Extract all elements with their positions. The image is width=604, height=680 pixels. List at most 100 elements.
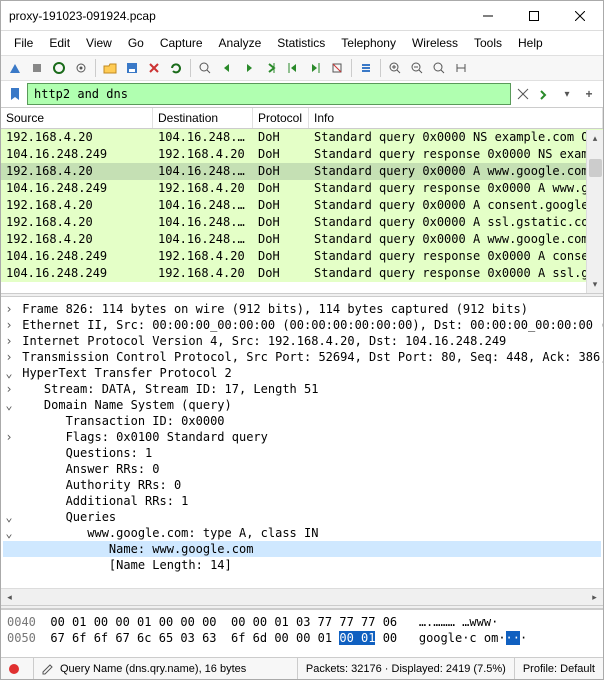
add-filter-button[interactable]: + — [579, 84, 599, 104]
bookmark-filter-icon[interactable] — [5, 84, 25, 104]
tree-toggle-icon[interactable]: › — [3, 317, 15, 333]
tree-toggle-icon[interactable]: › — [3, 333, 15, 349]
tree-toggle-icon[interactable]: › — [3, 301, 15, 317]
details-line[interactable]: Authority RRs: 0 — [3, 477, 601, 493]
resize-columns-icon[interactable] — [451, 58, 471, 78]
open-file-icon[interactable] — [100, 58, 120, 78]
scroll-right-icon[interactable]: ▸ — [586, 592, 603, 603]
tree-toggle-icon[interactable]: ⌄ — [3, 525, 15, 541]
packet-row[interactable]: 192.168.4.20104.16.248.…DoHStandard quer… — [1, 197, 603, 214]
details-line[interactable]: [Name Length: 14] — [3, 557, 601, 573]
details-line[interactable]: › Frame 826: 114 bytes on wire (912 bits… — [3, 301, 601, 317]
menu-go[interactable]: Go — [121, 33, 151, 53]
tree-toggle-icon[interactable]: › — [3, 381, 15, 397]
menu-statistics[interactable]: Statistics — [270, 33, 332, 53]
details-line[interactable]: Additional RRs: 1 — [3, 493, 601, 509]
tree-toggle-icon[interactable] — [3, 477, 15, 493]
restart-capture-icon[interactable] — [49, 58, 69, 78]
go-back-icon[interactable] — [217, 58, 237, 78]
tree-toggle-icon[interactable] — [3, 557, 15, 573]
col-header-protocol[interactable]: Protocol — [253, 108, 309, 128]
hex-pane[interactable]: 0040 00 01 00 00 01 00 00 00 00 00 01 03… — [1, 609, 603, 657]
packet-details-pane[interactable]: › Frame 826: 114 bytes on wire (912 bits… — [1, 297, 603, 588]
menu-analyze[interactable]: Analyze — [212, 33, 269, 53]
go-first-icon[interactable] — [283, 58, 303, 78]
maximize-button[interactable] — [511, 1, 557, 30]
menu-help[interactable]: Help — [511, 33, 550, 53]
details-line[interactable]: Questions: 1 — [3, 445, 601, 461]
tree-toggle-icon[interactable] — [3, 461, 15, 477]
details-line[interactable]: ⌄ HyperText Transfer Protocol 2 — [3, 365, 601, 381]
apply-filter-icon[interactable] — [535, 84, 555, 104]
details-line[interactable]: Name: www.google.com — [3, 541, 601, 557]
zoom-reset-icon[interactable] — [429, 58, 449, 78]
cell-source: 192.168.4.20 — [1, 231, 153, 248]
tree-toggle-icon[interactable] — [3, 493, 15, 509]
col-header-source[interactable]: Source — [1, 108, 153, 128]
scroll-thumb[interactable] — [589, 159, 602, 177]
packet-row[interactable]: 104.16.248.249192.168.4.20DoHStandard qu… — [1, 265, 603, 282]
find-icon[interactable] — [195, 58, 215, 78]
packet-row[interactable]: 104.16.248.249192.168.4.20DoHStandard qu… — [1, 180, 603, 197]
packet-row[interactable]: 104.16.248.249192.168.4.20DoHStandard qu… — [1, 146, 603, 163]
colorize-icon[interactable] — [356, 58, 376, 78]
packet-row[interactable]: 192.168.4.20104.16.248.…DoHStandard quer… — [1, 129, 603, 146]
details-h-scrollbar[interactable]: ◂ ▸ — [1, 588, 603, 605]
stop-capture-icon[interactable] — [27, 58, 47, 78]
details-line[interactable]: › Flags: 0x0100 Standard query — [3, 429, 601, 445]
menu-telephony[interactable]: Telephony — [334, 33, 403, 53]
menu-edit[interactable]: Edit — [42, 33, 77, 53]
menu-file[interactable]: File — [7, 33, 40, 53]
tree-toggle-icon[interactable] — [3, 445, 15, 461]
packet-row[interactable]: 192.168.4.20104.16.248.…DoHStandard quer… — [1, 231, 603, 248]
packet-list-scrollbar[interactable]: ▴ ▾ — [586, 130, 603, 293]
minimize-button[interactable] — [465, 1, 511, 30]
auto-scroll-icon[interactable] — [327, 58, 347, 78]
packet-row[interactable]: 104.16.248.249192.168.4.20DoHStandard qu… — [1, 248, 603, 265]
menu-capture[interactable]: Capture — [153, 33, 210, 53]
scroll-down-icon[interactable]: ▾ — [587, 276, 603, 293]
reload-icon[interactable] — [166, 58, 186, 78]
filter-dropdown-icon[interactable]: ▾ — [557, 84, 577, 104]
tree-toggle-icon[interactable] — [3, 413, 15, 429]
details-line[interactable]: › Internet Protocol Version 4, Src: 192.… — [3, 333, 601, 349]
tree-toggle-icon[interactable]: › — [3, 349, 15, 365]
scroll-left-icon[interactable]: ◂ — [1, 592, 18, 603]
col-header-info[interactable]: Info — [309, 108, 603, 128]
save-file-icon[interactable] — [122, 58, 142, 78]
packet-row[interactable]: 192.168.4.20104.16.248.…DoHStandard quer… — [1, 214, 603, 231]
details-line[interactable]: › Stream: DATA, Stream ID: 17, Length 51 — [3, 381, 601, 397]
zoom-in-icon[interactable] — [385, 58, 405, 78]
clear-filter-icon[interactable] — [513, 84, 533, 104]
packet-list-body[interactable]: 192.168.4.20104.16.248.…DoHStandard quer… — [1, 129, 603, 282]
scroll-up-icon[interactable]: ▴ — [587, 130, 603, 147]
tree-toggle-icon[interactable]: › — [3, 429, 15, 445]
details-line[interactable]: › Transmission Control Protocol, Src Por… — [3, 349, 601, 365]
status-profile[interactable]: Profile: Default — [515, 658, 603, 679]
capture-options-icon[interactable] — [71, 58, 91, 78]
expert-info-button[interactable] — [1, 658, 34, 679]
tree-toggle-icon[interactable]: ⌄ — [3, 365, 15, 381]
details-line[interactable]: ⌄ Queries — [3, 509, 601, 525]
display-filter-input[interactable] — [27, 83, 511, 105]
details-line[interactable]: › Ethernet II, Src: 00:00:00_00:00:00 (0… — [3, 317, 601, 333]
menu-view[interactable]: View — [79, 33, 119, 53]
go-forward-icon[interactable] — [239, 58, 259, 78]
details-line[interactable]: Transaction ID: 0x0000 — [3, 413, 601, 429]
zoom-out-icon[interactable] — [407, 58, 427, 78]
tree-toggle-icon[interactable] — [3, 541, 15, 557]
menu-wireless[interactable]: Wireless — [405, 33, 465, 53]
tree-toggle-icon[interactable]: ⌄ — [3, 509, 15, 525]
details-line[interactable]: ⌄ www.google.com: type A, class IN — [3, 525, 601, 541]
details-line[interactable]: Answer RRs: 0 — [3, 461, 601, 477]
shark-fin-icon[interactable] — [5, 58, 25, 78]
packet-row[interactable]: 192.168.4.20104.16.248.…DoHStandard quer… — [1, 163, 603, 180]
menu-tools[interactable]: Tools — [467, 33, 509, 53]
col-header-destination[interactable]: Destination — [153, 108, 253, 128]
close-button[interactable] — [557, 1, 603, 30]
tree-toggle-icon[interactable]: ⌄ — [3, 397, 15, 413]
details-line[interactable]: ⌄ Domain Name System (query) — [3, 397, 601, 413]
go-last-icon[interactable] — [305, 58, 325, 78]
close-file-icon[interactable] — [144, 58, 164, 78]
go-to-packet-icon[interactable] — [261, 58, 281, 78]
